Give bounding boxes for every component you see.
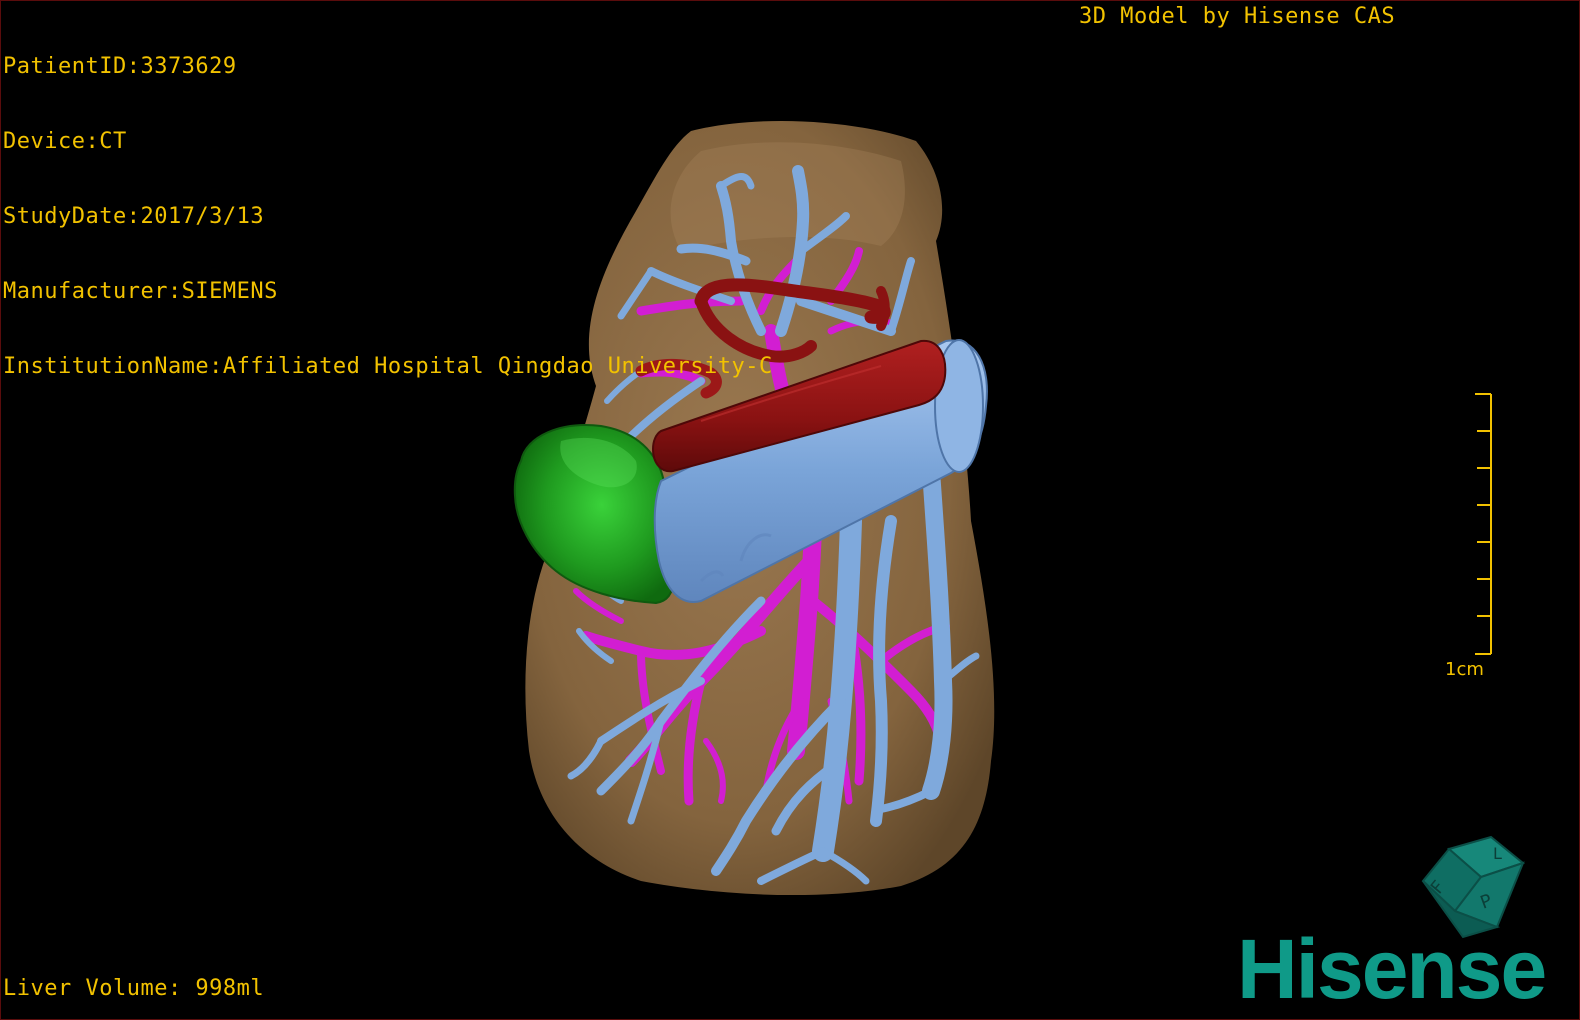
- patient-metadata: PatientID:3373629 Device:CT StudyDate:20…: [3, 4, 773, 429]
- scale-label: 1cm: [1445, 659, 1484, 680]
- scale-bar: [1475, 393, 1492, 655]
- patient-id-text: PatientID:3373629: [3, 54, 237, 79]
- model-credit-text: 3D Model by Hisense CAS: [1079, 4, 1396, 29]
- study-date-text: StudyDate:2017/3/13: [3, 204, 265, 229]
- manufacturer-text: Manufacturer:SIEMENS: [3, 279, 278, 304]
- svg-text:L: L: [1493, 844, 1502, 863]
- device-text: Device:CT: [3, 129, 127, 154]
- 3d-viewport[interactable]: PatientID:3373629 Device:CT StudyDate:20…: [0, 0, 1580, 1020]
- liver-volume-text: Liver Volume: 998ml: [3, 976, 265, 1001]
- institution-text: InstitutionName:Affiliated Hospital Qing…: [3, 354, 773, 379]
- hisense-logo: Hisense: [1237, 922, 1547, 1016]
